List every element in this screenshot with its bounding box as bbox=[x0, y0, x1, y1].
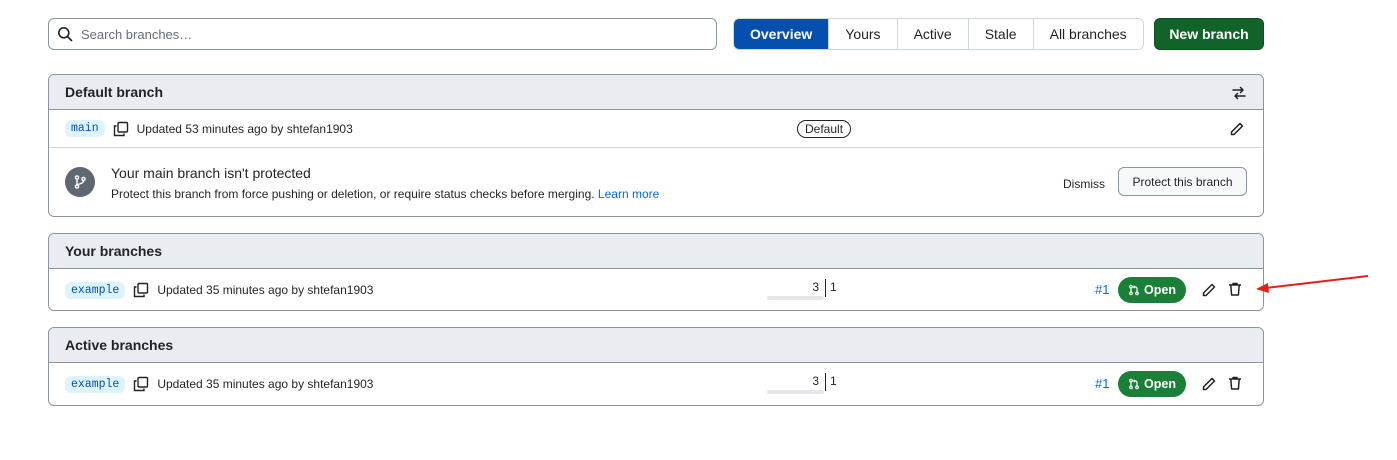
ahead-behind-indicator: 3 1 bbox=[767, 371, 897, 395]
branch-row-example: example Updated 35 minutes ago by shtefa… bbox=[49, 269, 1263, 310]
protection-banner: Your main branch isn't protected Protect… bbox=[49, 147, 1263, 216]
search-input[interactable] bbox=[81, 26, 681, 42]
pull-request-link[interactable]: #1 bbox=[1095, 376, 1109, 391]
pr-status-label: Open bbox=[1144, 283, 1176, 297]
branch-name-link[interactable]: example bbox=[65, 281, 126, 299]
tab-all-branches[interactable]: All branches bbox=[1032, 19, 1143, 49]
ahead-behind-divider bbox=[825, 373, 826, 391]
updated-text: Updated 35 minutes ago by shtefan1903 bbox=[157, 283, 374, 297]
copy-icon[interactable] bbox=[133, 282, 149, 298]
section-title: Your branches bbox=[65, 243, 162, 259]
behind-bar bbox=[767, 296, 824, 300]
search-icon bbox=[58, 27, 73, 42]
tab-overview[interactable]: Overview bbox=[734, 19, 829, 49]
protect-branch-button[interactable]: Protect this branch bbox=[1118, 167, 1247, 196]
branch-row-example: example Updated 35 minutes ago by shtefa… bbox=[49, 363, 1263, 405]
behind-count: 3 bbox=[812, 374, 819, 388]
protection-description-text: Protect this branch from force pushing o… bbox=[111, 187, 595, 201]
behind-count: 3 bbox=[812, 280, 819, 294]
branch-name-link[interactable]: main bbox=[65, 120, 105, 137]
trash-icon[interactable] bbox=[1227, 375, 1243, 391]
branch-filter-tabs: Overview Yours Active Stale All branches bbox=[733, 18, 1144, 50]
branch-row-main: main Updated 53 minutes ago by shtefan19… bbox=[49, 110, 1263, 147]
section-header: Your branches bbox=[49, 234, 1263, 269]
updated-text: Updated 35 minutes ago by shtefan1903 bbox=[157, 377, 374, 391]
ahead-count: 1 bbox=[830, 280, 837, 294]
active-branches-section: Active branches example Updated 35 minut… bbox=[48, 327, 1264, 406]
pr-status-badge[interactable]: Open bbox=[1118, 371, 1186, 397]
ahead-count: 1 bbox=[830, 374, 837, 388]
section-header: Default branch bbox=[49, 75, 1263, 110]
pencil-icon[interactable] bbox=[1201, 282, 1217, 298]
new-branch-button[interactable]: New branch bbox=[1154, 18, 1264, 50]
pr-status-badge[interactable]: Open bbox=[1118, 277, 1186, 303]
pr-status-label: Open bbox=[1144, 377, 1176, 391]
branch-name-link[interactable]: example bbox=[65, 375, 126, 393]
default-branch-section: Default branch main Updated 53 minutes a… bbox=[48, 74, 1264, 217]
section-title: Default branch bbox=[65, 84, 164, 100]
git-branch-icon bbox=[65, 167, 95, 197]
pull-request-icon bbox=[1129, 378, 1139, 390]
pull-request-link[interactable]: #1 bbox=[1095, 282, 1109, 297]
pencil-icon[interactable] bbox=[1201, 376, 1217, 392]
tab-yours[interactable]: Yours bbox=[828, 19, 897, 49]
your-branches-section: Your branches example Updated 35 minutes… bbox=[48, 233, 1264, 311]
behind-bar bbox=[767, 390, 824, 394]
tab-stale[interactable]: Stale bbox=[967, 19, 1033, 49]
pencil-icon[interactable] bbox=[1229, 121, 1245, 137]
dismiss-button[interactable]: Dismiss bbox=[1063, 177, 1105, 191]
section-header: Active branches bbox=[49, 328, 1263, 363]
annotation-arrow bbox=[1256, 275, 1369, 293]
pull-request-icon bbox=[1129, 284, 1139, 296]
trash-icon[interactable] bbox=[1227, 281, 1243, 297]
ahead-behind-divider bbox=[825, 279, 826, 297]
search-box[interactable] bbox=[48, 18, 717, 50]
default-badge: Default bbox=[797, 120, 852, 138]
updated-text: Updated 53 minutes ago by shtefan1903 bbox=[136, 121, 353, 136]
learn-more-link[interactable]: Learn more bbox=[598, 187, 659, 201]
tab-active[interactable]: Active bbox=[896, 19, 968, 49]
switch-default-branch-icon[interactable] bbox=[1231, 85, 1247, 101]
copy-icon[interactable] bbox=[133, 376, 149, 392]
section-title: Active branches bbox=[65, 337, 174, 353]
copy-icon[interactable] bbox=[113, 121, 129, 137]
protection-title: Your main branch isn't protected bbox=[111, 165, 311, 181]
protection-description: Protect this branch from force pushing o… bbox=[111, 187, 659, 201]
ahead-behind-indicator: 3 1 bbox=[767, 277, 897, 301]
